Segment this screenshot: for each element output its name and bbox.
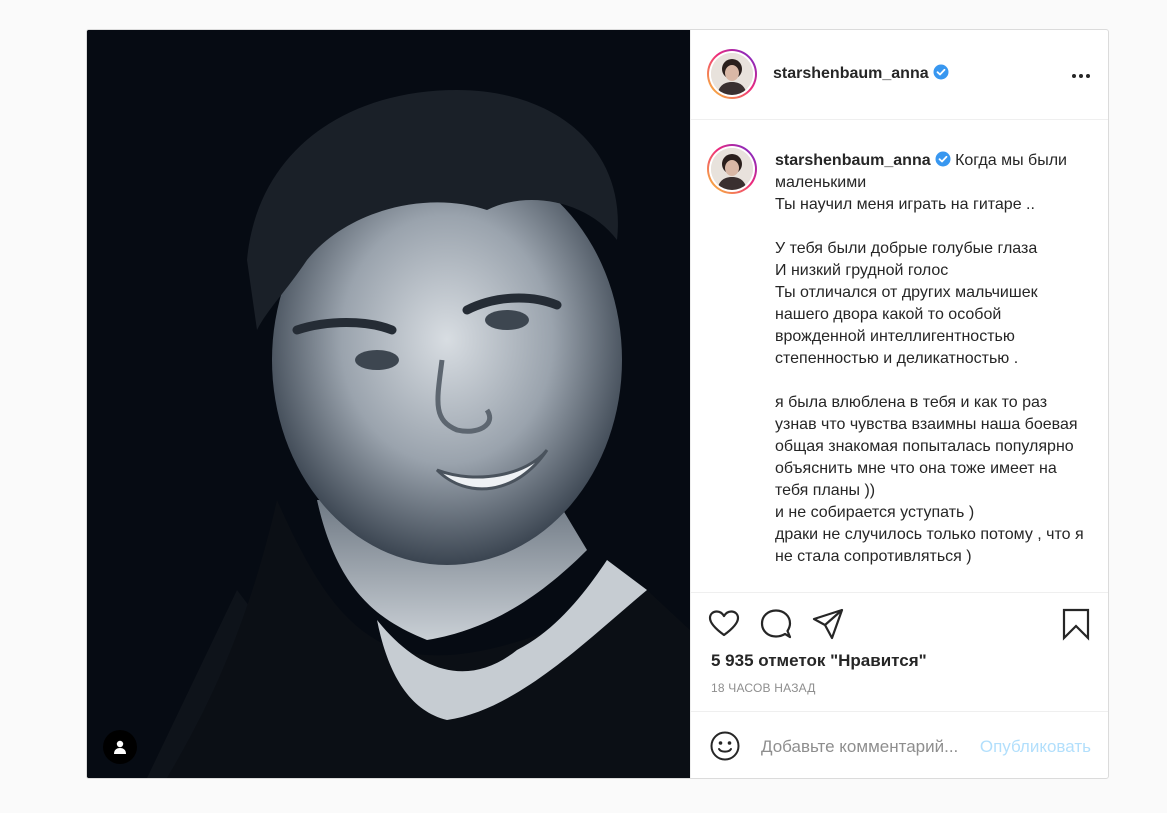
emoji-icon[interactable] xyxy=(709,730,741,762)
comment-icon[interactable] xyxy=(759,607,793,641)
avatar-image xyxy=(711,148,753,190)
username-text: starshenbaum_anna xyxy=(773,65,929,82)
avatar-image xyxy=(711,53,753,95)
caption-avatar[interactable] xyxy=(707,144,757,194)
tagged-users-button[interactable] xyxy=(103,730,137,764)
more-icon xyxy=(1072,74,1076,78)
bookmark-icon[interactable] xyxy=(1059,607,1093,641)
caption-text: starshenbaum_anna Когда мы были маленьки… xyxy=(775,150,1085,568)
more-options-button[interactable] xyxy=(1069,64,1093,88)
verified-icon xyxy=(935,151,951,167)
post-timestamp[interactable]: 18 ЧАСОВ НАЗАД xyxy=(711,681,816,695)
header-username[interactable]: starshenbaum_anna xyxy=(773,64,949,83)
share-icon[interactable] xyxy=(811,607,845,641)
caption-section: starshenbaum_anna Когда мы были маленьки… xyxy=(691,120,1108,592)
caption-username[interactable]: starshenbaum_anna xyxy=(775,152,931,169)
tag-user-icon xyxy=(114,740,126,754)
likes-count[interactable]: 5 935 отметок "Нравится" xyxy=(711,651,927,671)
heart-icon[interactable] xyxy=(707,607,741,641)
comment-bar: Опубликовать xyxy=(691,711,1108,778)
comment-input[interactable] xyxy=(761,734,966,760)
actions-section: 5 935 отметок "Нравится" 18 ЧАСОВ НАЗАД … xyxy=(691,592,1108,778)
caption-body: Когда мы были маленькими Ты научил меня … xyxy=(775,152,1084,565)
post-header: starshenbaum_anna xyxy=(691,30,1108,120)
post-sidebar: starshenbaum_anna starshenbaum_anna Когд… xyxy=(690,30,1108,778)
verified-icon xyxy=(933,64,949,80)
avatar[interactable] xyxy=(707,49,757,99)
post-photo[interactable] xyxy=(87,30,690,778)
portrait-image xyxy=(87,30,690,778)
publish-button[interactable]: Опубликовать xyxy=(980,737,1091,757)
post-card: starshenbaum_anna starshenbaum_anna Когд… xyxy=(86,29,1109,779)
